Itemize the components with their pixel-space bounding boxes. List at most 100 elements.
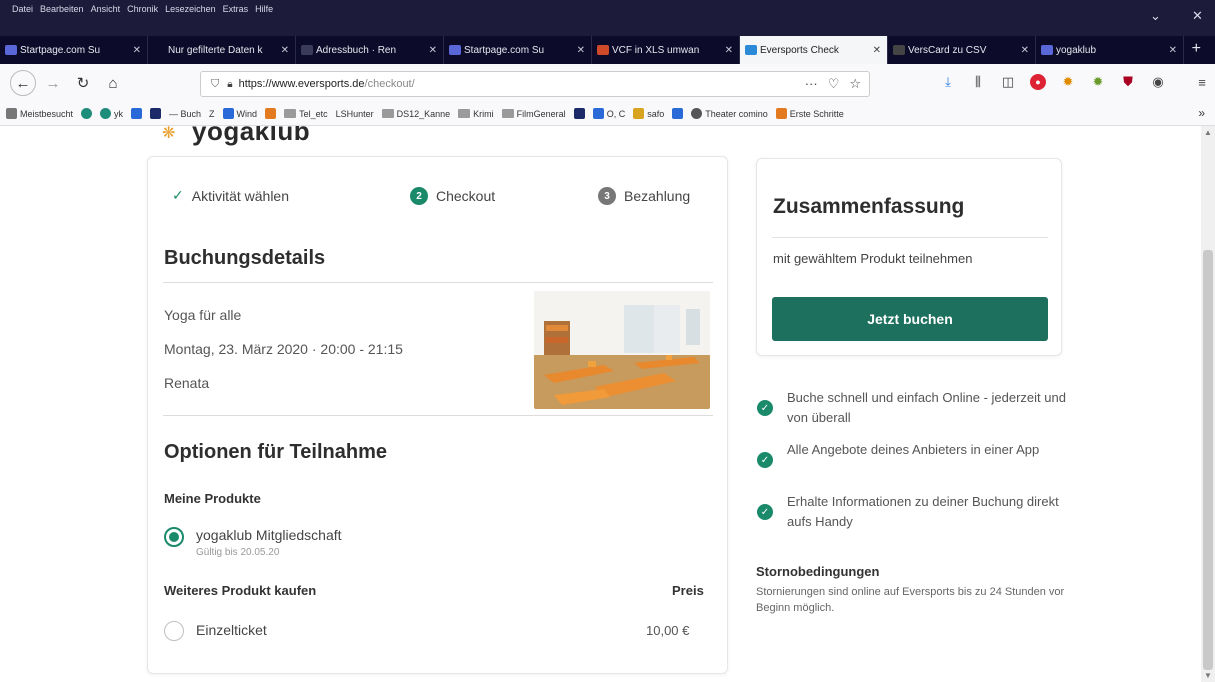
bookmark-star-icon[interactable]: ☆: [849, 76, 861, 92]
square-icon: [131, 108, 143, 119]
tab-close-icon[interactable]: ✕: [1021, 45, 1029, 56]
browser-tab[interactable]: Adressbuch · Ren ✕: [296, 36, 444, 64]
scroll-up-icon[interactable]: ▲: [1204, 128, 1212, 137]
close-window-icon[interactable]: ✕: [1192, 8, 1203, 24]
bookmark-item[interactable]: DS12_Kanne: [381, 108, 451, 119]
url-bar[interactable]: ⛉ 🔒︎ https://www.eversports.de/checkout/…: [200, 71, 870, 97]
url-actions: ··· ♡ ☆: [805, 76, 861, 92]
tab-close-icon[interactable]: ✕: [281, 45, 289, 56]
menu-chronik[interactable]: Chronik: [127, 4, 158, 14]
home-icon[interactable]: ⌂: [100, 70, 126, 96]
browser-tab[interactable]: Eversports Check ✕: [740, 36, 888, 64]
bookmark-item[interactable]: [573, 108, 585, 119]
tab-title: VCF in XLS umwan: [612, 44, 700, 56]
bookmark-item[interactable]: [150, 108, 162, 119]
browser-tab[interactable]: Startpage.com Su ✕: [444, 36, 592, 64]
bookmark-item[interactable]: safo: [633, 108, 664, 119]
teacher-name: Renata: [164, 375, 210, 391]
extension-orange-icon[interactable]: ✹: [1060, 74, 1076, 90]
bookmark-item[interactable]: Tel_etc: [284, 109, 328, 119]
bookmark-item[interactable]: [131, 108, 143, 119]
pocket-icon[interactable]: ♡: [828, 76, 840, 92]
menu-extras[interactable]: Extras: [223, 4, 249, 14]
browser-tab[interactable]: Startpage.com Su ✕: [0, 36, 148, 64]
menu-hilfe[interactable]: Hilfe: [255, 4, 273, 14]
minimize-icon[interactable]: ⌄: [1150, 8, 1161, 24]
single-ticket-price: 10,00 €: [646, 623, 690, 638]
bookmark-item[interactable]: [265, 108, 277, 119]
scrollbar-thumb[interactable]: [1203, 250, 1213, 670]
bookmark-item[interactable]: — Buch: [169, 109, 201, 119]
bookmark-label: Z: [209, 108, 215, 119]
divider: [772, 237, 1048, 238]
scroll-down-icon[interactable]: ▼: [1204, 671, 1212, 680]
tab-favicon-icon: [449, 45, 461, 55]
reload-icon[interactable]: ↻: [70, 70, 96, 96]
tab-close-icon[interactable]: ✕: [725, 45, 733, 56]
bookmarks-overflow-icon[interactable]: »: [1198, 106, 1205, 120]
library-icon[interactable]: ⫼: [970, 74, 986, 90]
bookmark-label: FilmGeneral: [516, 108, 566, 119]
bookmark-item[interactable]: Meistbesucht: [6, 108, 73, 119]
tab-favicon-icon: [301, 45, 313, 55]
menu-ansicht[interactable]: Ansicht: [91, 4, 121, 14]
menu-lesezeichen[interactable]: Lesezeichen: [165, 4, 216, 14]
browser-tab[interactable]: VCF in XLS umwan ✕: [592, 36, 740, 64]
tab-favicon-icon: [597, 45, 609, 55]
tab-close-icon[interactable]: ✕: [577, 45, 585, 56]
browser-tab[interactable]: Nur gefilterte Daten k ✕: [148, 36, 296, 64]
page-scrollbar[interactable]: ▲ ▼: [1201, 126, 1215, 682]
studio-photo: [534, 291, 710, 409]
menu-bearbeiten[interactable]: Bearbeiten: [40, 4, 84, 14]
adblock-icon[interactable]: ●: [1030, 74, 1046, 90]
square-icon: [222, 108, 234, 119]
benefit-text: Erhalte Informationen zu deiner Buchung …: [787, 494, 1059, 529]
benefit-text: Buche schnell und einfach Online - jeder…: [787, 390, 1066, 425]
browser-tab[interactable]: VersCard zu CSV ✕: [888, 36, 1036, 64]
bookmark-item[interactable]: [81, 108, 93, 119]
browser-tab[interactable]: yogaklub ✕: [1036, 36, 1184, 64]
lock-icon[interactable]: 🔒︎: [227, 79, 232, 90]
step-number-icon: 3: [598, 187, 616, 205]
bookmark-item[interactable]: Krimi: [458, 109, 494, 119]
tab-close-icon[interactable]: ✕: [873, 45, 881, 56]
bookmark-label: DS12_Kanne: [396, 108, 451, 119]
bookmark-item[interactable]: O, C: [592, 108, 625, 119]
single-ticket-radio[interactable]: [164, 621, 184, 641]
book-now-button[interactable]: Jetzt buchen: [772, 297, 1048, 341]
bookmark-item[interactable]: Erste Schritte: [775, 108, 844, 119]
cancellation-title: Stornobedingungen: [756, 564, 880, 579]
bookmark-item[interactable]: LSHunter: [336, 109, 374, 119]
new-tab-icon[interactable]: +: [1182, 40, 1211, 58]
tab-close-icon[interactable]: ✕: [133, 45, 141, 56]
step-aktivitaet[interactable]: ✓ Aktivität wählen: [172, 187, 289, 204]
page-actions-icon[interactable]: ···: [805, 76, 818, 92]
tab-favicon-icon: [153, 45, 165, 55]
tab-close-icon[interactable]: ✕: [429, 45, 437, 56]
bookmark-item[interactable]: Wind: [222, 108, 257, 119]
menu-datei[interactable]: Datei: [12, 4, 33, 14]
sidebar-icon[interactable]: ◫: [1000, 74, 1016, 90]
membership-radio[interactable]: [164, 527, 184, 547]
membership-label[interactable]: yogaklub Mitgliedschaft: [196, 527, 342, 543]
bookmark-item[interactable]: FilmGeneral: [501, 108, 566, 119]
bookmark-item[interactable]: yk: [100, 108, 123, 119]
single-ticket-label[interactable]: Einzelticket: [196, 622, 267, 638]
account-icon[interactable]: ◉: [1150, 74, 1166, 90]
extension-green-icon[interactable]: ✹: [1090, 74, 1106, 90]
forward-arrow-icon[interactable]: →: [40, 70, 66, 96]
bookmark-item[interactable]: Theater comino: [691, 108, 768, 119]
folder-icon: [284, 109, 297, 118]
bookmark-item[interactable]: [672, 108, 684, 119]
tab-strip: Startpage.com Su ✕ Nur gefilterte Daten k ✕…: [0, 36, 1215, 64]
shield-icon[interactable]: ⛉: [211, 78, 219, 91]
hamburger-menu-icon[interactable]: ≡: [1194, 74, 1210, 90]
tab-favicon-icon: [893, 45, 905, 55]
back-arrow-icon[interactable]: ←: [10, 70, 36, 96]
check-circle-icon: ✓: [757, 504, 773, 520]
tab-close-icon[interactable]: ✕: [1169, 45, 1177, 56]
ublock-icon[interactable]: ⛊: [1120, 74, 1136, 90]
bookmark-item[interactable]: Z: [209, 109, 215, 119]
download-icon[interactable]: ⤓: [940, 74, 956, 90]
step-number-icon: 2: [410, 187, 428, 205]
